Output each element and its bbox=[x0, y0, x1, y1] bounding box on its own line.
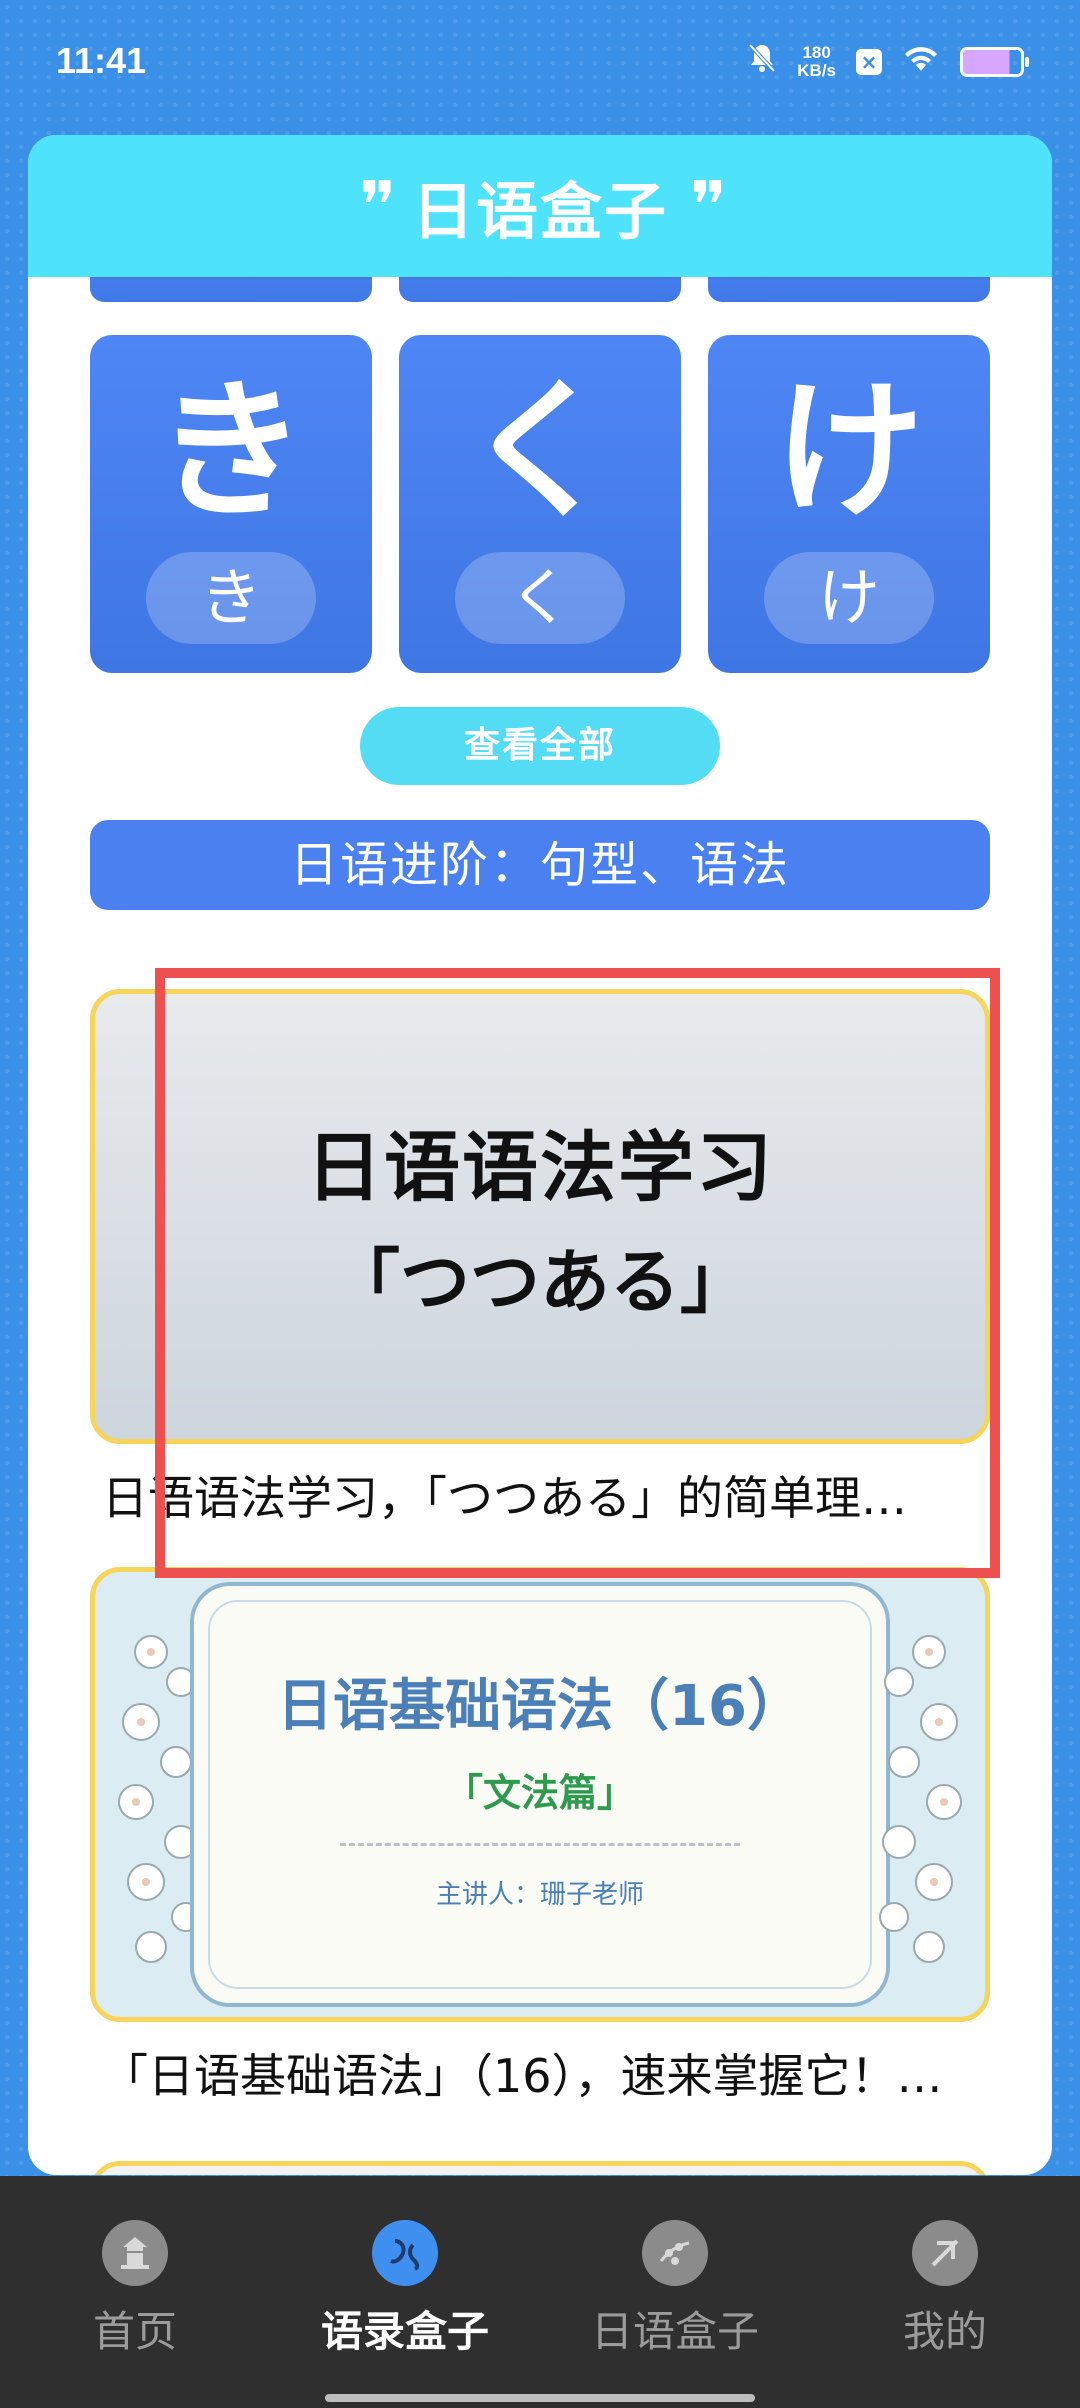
quote-close-icon: ❜❜ bbox=[690, 167, 726, 244]
article-title[interactable]: 日语语法学习，「つつある」的简单理… bbox=[90, 1462, 990, 1528]
home-icon bbox=[102, 2220, 168, 2286]
mute-icon bbox=[747, 42, 777, 82]
article-thumbnail[interactable]: 日语语法学习 「つつある」 bbox=[90, 989, 990, 1444]
floral-decoration-icon bbox=[879, 1635, 962, 1963]
thumb-title: 日语语法学习 bbox=[306, 1123, 774, 1212]
kana-card-ku[interactable]: く く bbox=[399, 335, 681, 673]
section-banner: 日语进阶：句型、语法 bbox=[90, 820, 990, 910]
network-speed: 180 KB/s bbox=[797, 44, 836, 80]
japanese-box-icon bbox=[642, 2220, 708, 2286]
nav-item-home[interactable]: 首页 bbox=[0, 2176, 270, 2408]
home-indicator bbox=[325, 2394, 755, 2402]
panel-header: ❜❜ 日语盒子 ❜❜ bbox=[28, 135, 1052, 277]
kana-reading: き bbox=[146, 552, 316, 644]
nav-item-quotes-box[interactable]: 语录盒子 bbox=[270, 2176, 540, 2408]
article-title[interactable]: 「日语基础语法」（16），速来掌握它！… bbox=[90, 2040, 990, 2106]
kana-card-ke[interactable]: け け bbox=[708, 335, 990, 673]
quote-open-icon: ❜❜ bbox=[359, 167, 395, 244]
battery-icon bbox=[960, 47, 1029, 77]
view-all-button[interactable]: 查看全部 bbox=[360, 707, 720, 785]
wifi-icon bbox=[902, 43, 940, 81]
kana-character: き bbox=[155, 365, 306, 539]
kana-character: け bbox=[773, 365, 924, 539]
kana-grid: き き く く け け bbox=[90, 335, 990, 673]
status-bar: 11:41 180 KB/s × bbox=[0, 0, 1080, 130]
kana-card-ki[interactable]: き き bbox=[90, 335, 372, 673]
profile-icon bbox=[912, 2220, 978, 2286]
net-speed-value: 180 bbox=[802, 43, 831, 62]
article-card[interactable]: 日语基础语法（16） 「文法篇」 主讲人：珊子老师 「日语基础语法」（16），速… bbox=[90, 1567, 990, 2106]
article-card-partial[interactable] bbox=[90, 2161, 990, 2175]
nav-label: 首页 bbox=[92, 2307, 177, 2356]
quotes-box-icon bbox=[372, 2220, 438, 2286]
status-icons: 180 KB/s × bbox=[747, 40, 1029, 84]
thumb-title: 日语基础语法（16） bbox=[277, 1674, 803, 1739]
nav-item-japanese-box[interactable]: 日语盒子 bbox=[540, 2176, 810, 2408]
nav-item-profile[interactable]: 我的 bbox=[810, 2176, 1080, 2408]
kana-reading: く bbox=[455, 552, 625, 644]
kana-character: く bbox=[464, 365, 615, 539]
thumb-frame: 日语基础语法（16） 「文法篇」 主讲人：珊子老师 bbox=[190, 1582, 890, 2007]
nav-label: 日语盒子 bbox=[590, 2307, 759, 2356]
net-speed-unit: KB/s bbox=[797, 61, 836, 80]
app-badge-icon: × bbox=[856, 49, 882, 75]
page-title: 日语盒子 bbox=[411, 175, 668, 248]
status-time: 11:41 bbox=[56, 40, 147, 81]
thumb-subtitle: 「つつある」 bbox=[330, 1240, 750, 1323]
thumb-subtitle: 「文法篇」 bbox=[444, 1771, 635, 1815]
thumb-presenter: 主讲人：珊子老师 bbox=[435, 1880, 644, 1910]
article-thumbnail[interactable]: 日语基础语法（16） 「文法篇」 主讲人：珊子老师 bbox=[90, 1567, 990, 2022]
bottom-nav: 首页 语录盒子 日语盒子 我的 bbox=[0, 2176, 1080, 2408]
main-panel: ❜❜ 日语盒子 ❜❜ き き く く け け 查看全部 日语进阶：句型、语法 日… bbox=[28, 135, 1052, 2175]
article-card[interactable]: 日语语法学习 「つつある」 日语语法学习，「つつある」的简单理… bbox=[90, 989, 990, 1528]
thumb-divider bbox=[340, 1843, 740, 1846]
nav-label: 我的 bbox=[902, 2307, 987, 2356]
kana-reading: け bbox=[764, 552, 934, 644]
nav-label: 语录盒子 bbox=[320, 2307, 489, 2356]
